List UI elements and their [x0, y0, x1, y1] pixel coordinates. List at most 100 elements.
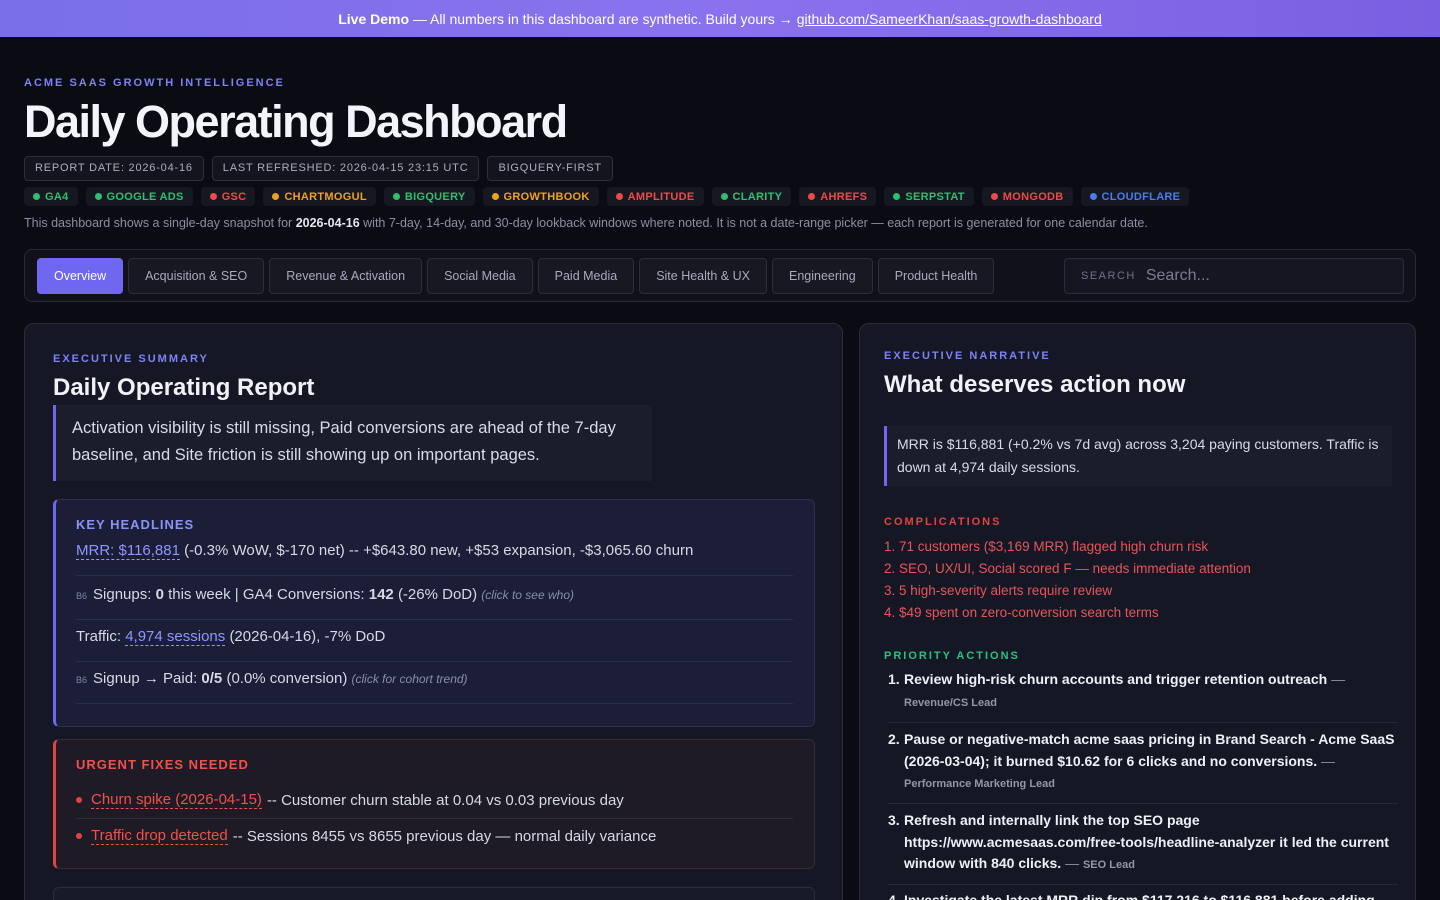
complication-item: 4. $49 spent on zero-conversion search t… [884, 605, 1159, 620]
priority-action-item: 2. Pause or negative-match acme saas pri… [888, 729, 1398, 804]
traffic-drop-link[interactable]: Traffic drop detected [91, 827, 228, 845]
source-label: MONGODB [1002, 190, 1064, 203]
summary-quote: Activation visibility is still missing, … [53, 405, 652, 481]
urgent-item-traffic: Traffic drop detected -- Sessions 8455 v… [76, 824, 793, 848]
banner-text: — All numbers in this dashboard are synt… [412, 10, 793, 27]
priority-owner: Revenue/CS Lead [904, 696, 997, 709]
priority-actions-label: PRIORITY ACTIONS [884, 650, 1020, 662]
traffic-label: Traffic: [76, 628, 122, 645]
tab-engineering[interactable]: Engineering [771, 258, 873, 294]
headline-traffic: Traffic: 4,974 sessions (2026-04-16), -7… [76, 628, 793, 662]
search-label: SEARCH [1081, 270, 1136, 282]
source-badge-google-ads: GOOGLE ADS [85, 187, 193, 206]
complications-label: COMPLICATIONS [884, 516, 1002, 528]
priority-action-item: 1. Review high-risk churn accounts and t… [888, 669, 1398, 723]
source-label: BIGQUERY [404, 190, 466, 203]
headline-mrr: MRR: $116,881 (-0.3% WoW, $-170 net) -- … [76, 542, 793, 576]
banner-lead: Live Demo [338, 10, 410, 27]
data-source-badges: GA4 GOOGLE ADS GSC CHARTMOGUL BIGQUERY GROWTH… [24, 187, 1190, 206]
source-badge-gsc: GSC [200, 187, 256, 206]
meta-chips: REPORT DATE: 2026-04-16 LAST REFRESHED: … [24, 156, 613, 181]
status-dot-icon [491, 193, 499, 200]
urgent-fixes-card: URGENT FIXES NEEDED Churn spike (2026-04… [53, 739, 815, 869]
status-dot-icon [272, 193, 280, 200]
search-input[interactable] [1145, 267, 1386, 285]
source-badge-mongodb: MONGODB [981, 187, 1073, 206]
demo-banner: Live Demo — All numbers in this dashboar… [0, 0, 1440, 37]
source-badge-amplitude: AMPLITUDE [606, 187, 704, 206]
next-card [53, 887, 815, 900]
complication-item: 3. 5 high-severity alerts require review [884, 583, 1113, 598]
priority-number: 2. [888, 731, 900, 747]
narrative-quote: MRR is $116,881 (+0.2% vs 7d avg) across… [884, 426, 1392, 486]
churn-spike-link[interactable]: Churn spike (2026-04-15) [91, 791, 262, 809]
source-badge-ga4: GA4 [24, 187, 78, 206]
mrr-link[interactable]: MRR: $116,881 [76, 542, 180, 560]
tab-paid-media[interactable]: Paid Media [537, 258, 635, 294]
summary-eyebrow: EXECUTIVE SUMMARY [53, 353, 209, 365]
signup-paid-value: 0/5 [201, 670, 223, 687]
sessions-link[interactable]: 4,974 sessions [125, 628, 226, 646]
report-date-chip: REPORT DATE: 2026-04-16 [24, 156, 204, 181]
bigquery-first-chip: BIGQUERY-FIRST [487, 156, 613, 181]
conversions-label: this week | GA4 Conversions: [168, 586, 365, 603]
tab-revenue-activation[interactable]: Revenue & Activation [269, 258, 423, 294]
priority-owner: SEO Lead [1082, 859, 1135, 871]
source-label: GOOGLE ADS [106, 190, 184, 203]
status-dot-icon [209, 193, 217, 200]
complications-list: 1. 71 customers ($3,169 MRR) flagged hig… [884, 536, 1251, 624]
source-label: AMPLITUDE [627, 190, 695, 203]
churn-spike-detail: -- Customer churn stable at 0.04 vs 0.03… [266, 791, 624, 809]
alert-bullet-icon [76, 833, 82, 839]
summary-title: Daily Operating Report [53, 374, 315, 401]
traffic-drop-detail: -- Sessions 8455 vs 8655 previous day — … [232, 827, 657, 845]
status-dot-icon [990, 193, 998, 200]
urgent-fixes-title: URGENT FIXES NEEDED [76, 757, 249, 772]
source-label: CLARITY [732, 190, 783, 203]
tab-acquisition-seo[interactable]: Acquisition & SEO [128, 258, 265, 294]
source-tag: B6 [76, 591, 88, 601]
conversions-value: 142 [368, 586, 394, 603]
priority-owner: Performance Marketing Lead [904, 778, 1055, 790]
headline-signup-paid[interactable]: B6 Signup → Paid: 0/5 (0.0% conversion) (… [76, 670, 793, 704]
source-label: GROWTHBOOK [503, 190, 590, 203]
headline-signups[interactable]: B6 Signups: 0 this week | GA4 Conversions… [76, 586, 793, 620]
tab-overview[interactable]: Overview [37, 258, 124, 294]
source-badge-bigquery: BIGQUERY [383, 187, 475, 206]
explain-post: with 7-day, 14-day, and 30-day lookback … [363, 216, 1148, 230]
tab-social-media[interactable]: Social Media [427, 258, 533, 294]
explain-date: 2026-04-16 [295, 216, 360, 230]
source-badge-growthbook: GROWTHBOOK [482, 187, 599, 206]
priority-text: Review high-risk churn accounts and trig… [904, 671, 1328, 687]
status-dot-icon [720, 193, 728, 200]
narrative-eyebrow: EXECUTIVE NARRATIVE [884, 350, 1051, 362]
status-dot-icon [1089, 193, 1097, 200]
signups-value: 0 [155, 586, 164, 603]
tab-product-health[interactable]: Product Health [877, 258, 995, 294]
priority-number: 4. [888, 892, 900, 900]
source-badge-chartmogul: CHARTMOGUL [263, 187, 376, 206]
alert-bullet-icon [76, 797, 82, 803]
search-box: SEARCH [1064, 258, 1404, 294]
traffic-detail: (2026-04-16), -7% DoD [229, 628, 386, 645]
source-label: SERPSTAT [905, 190, 965, 203]
repo-link[interactable]: github.com/SameerKhan/saas-growth-dashbo… [797, 11, 1102, 27]
snapshot-explainer: This dashboard shows a single-day snapsh… [24, 216, 1148, 230]
source-label: GA4 [45, 190, 69, 203]
source-label: GSC [221, 190, 247, 203]
source-tag: B6 [76, 675, 88, 685]
status-dot-icon [392, 193, 400, 200]
executive-narrative-panel: EXECUTIVE NARRATIVE What deserves action… [859, 323, 1416, 900]
signups-hint: (click to see who) [481, 588, 574, 602]
signup-paid-hint: (click for cohort trend) [351, 672, 468, 686]
signups-label: Signups: [93, 586, 152, 603]
priority-text: Refresh and internally link the top SEO … [904, 812, 1389, 871]
last-refreshed-chip: LAST REFRESHED: 2026-04-15 23:15 UTC [211, 156, 480, 181]
tab-site-health-ux[interactable]: Site Health & UX [639, 258, 767, 294]
page-title: Daily Operating Dashboard [24, 96, 568, 147]
key-headlines-card: KEY HEADLINES MRR: $116,881 (-0.3% WoW, … [53, 499, 815, 727]
signup-paid-label: Signup → Paid: [93, 670, 198, 687]
signup-paid-conversion: (0.0% conversion) [226, 670, 348, 687]
narrative-title: What deserves action now [884, 371, 1186, 398]
urgent-item-churn: Churn spike (2026-04-15) -- Customer chu… [76, 788, 793, 812]
